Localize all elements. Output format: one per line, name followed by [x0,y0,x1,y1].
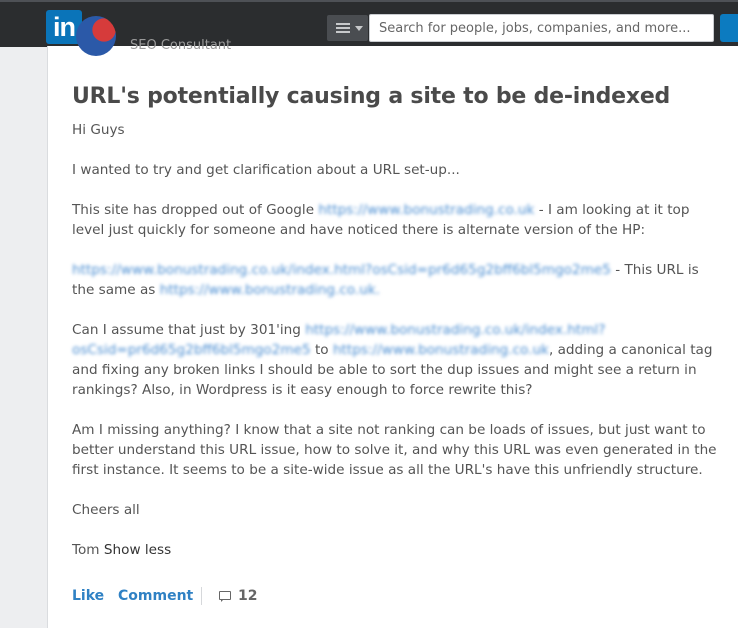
post-author-line: Tom Show less [72,540,722,560]
post-greeting: Hi Guys [72,122,125,138]
post-paragraph: This site has dropped out of Google http… [72,200,722,240]
site-url-link[interactable]: https://www.bonustrading.co.uk [318,202,534,218]
post-title: URL's potentially causing a site to be d… [72,84,671,109]
post-signoff: Cheers all [72,502,140,518]
search-button[interactable] [720,14,738,42]
comment-button[interactable]: Comment [118,588,193,604]
action-divider [201,587,202,605]
site-url-link[interactable]: https://www.bonustrading.co.uk. [160,282,380,298]
paragraph-text: This site has dropped out of Google [72,202,319,218]
hamburger-menu-icon [336,23,350,35]
comment-count[interactable]: 12 [238,588,257,604]
paragraph-text: to [310,342,333,358]
post-paragraph: Can I assume that just by 301'ing https:… [72,320,722,400]
paragraph-text: Can I assume that just by 301'ing [72,322,306,338]
author-name: Tom [72,542,100,558]
like-button[interactable]: Like [72,588,104,604]
post-paragraph: I wanted to try and get clarification ab… [72,162,460,178]
chevron-down-icon [355,26,363,31]
index-url-link[interactable]: https://www.bonustrading.co.uk/index.htm… [72,262,611,278]
search-category-menu-button[interactable] [327,15,368,41]
author-subtitle: SEO Consultant [130,38,232,53]
site-url-link[interactable]: https://www.bonustrading.co.uk [333,342,549,358]
post-paragraph: Am I missing anything? I know that a sit… [72,422,717,478]
show-less-link[interactable]: Show less [104,542,171,558]
search-input[interactable] [369,14,714,42]
author-avatar[interactable] [76,16,116,56]
comment-icon [219,591,231,602]
post-card: SEO Consultant URL's potentially causing… [47,16,738,628]
post-paragraph: https://www.bonustrading.co.uk/index.htm… [72,260,722,300]
